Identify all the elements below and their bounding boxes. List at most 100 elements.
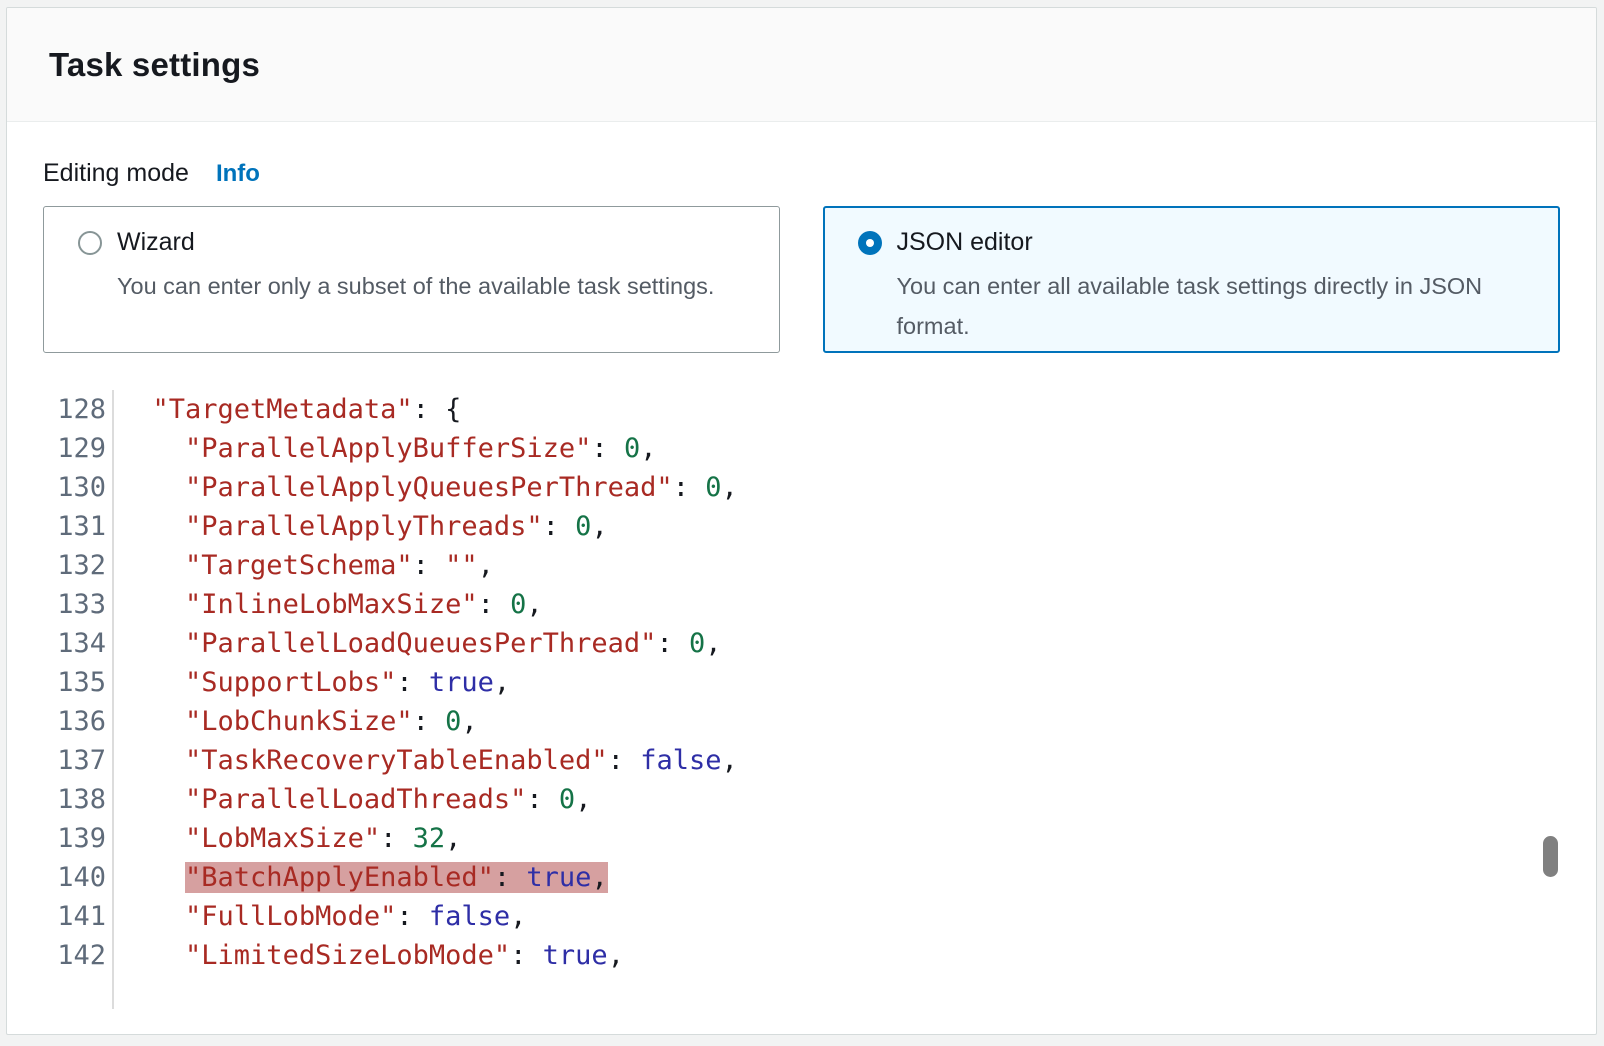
json-editor-card-title: JSON editor <box>897 228 1033 257</box>
scrollbar-thumb[interactable] <box>1543 836 1558 877</box>
panel-header: Task settings <box>7 8 1596 122</box>
code-line: 138 "ParallelLoadThreads": 0, <box>43 780 1560 819</box>
code-token: : <box>380 823 413 854</box>
code-token: : <box>526 784 559 815</box>
code-line: 128 "TargetMetadata": { <box>43 390 1560 429</box>
wizard-card-description: You can enter only a subset of the avail… <box>117 266 737 306</box>
code-token: , <box>608 940 624 971</box>
editing-mode-row: Editing mode Info <box>43 159 1560 189</box>
line-number: 132 <box>43 546 114 585</box>
code-line-text[interactable]: "ParallelApplyQueuesPerThread": 0, <box>114 468 738 507</box>
info-link[interactable]: Info <box>216 160 260 188</box>
code-line-text[interactable]: "ParallelApplyThreads": 0, <box>114 507 608 546</box>
code-line: 141 "FullLobMode": false, <box>43 897 1560 936</box>
code-token: 0 <box>510 589 526 620</box>
radio-unselected-icon[interactable] <box>78 231 102 255</box>
line-number: 131 <box>43 507 114 546</box>
line-number: 142 <box>43 936 114 975</box>
code-token: : <box>656 628 689 659</box>
code-token: : <box>413 706 446 737</box>
code-token: , <box>591 862 607 893</box>
code-token: : <box>494 862 527 893</box>
editing-mode-label: Editing mode <box>43 159 189 188</box>
code-token: : <box>608 745 641 776</box>
wizard-radio-row: Wizard <box>78 228 779 257</box>
line-number: 141 <box>43 897 114 936</box>
code-line-text[interactable]: "ParallelLoadQueuesPerThread": 0, <box>114 624 721 663</box>
code-token: "ParallelApplyQueuesPerThread" <box>185 472 673 503</box>
code-line-text[interactable]: "BatchApplyEnabled": true, <box>114 858 608 897</box>
code-token: , <box>526 589 542 620</box>
code-token: "FullLobMode" <box>185 901 396 932</box>
code-token: , <box>510 901 526 932</box>
code-line-text[interactable]: "LobMaxSize": 32, <box>114 819 461 858</box>
code-token: 0 <box>575 511 591 542</box>
code-token: "LimitedSizeLobMode" <box>185 940 510 971</box>
code-token: "BatchApplyEnabled" <box>185 862 494 893</box>
code-line-text[interactable]: "TaskRecoveryTableEnabled": false, <box>114 741 738 780</box>
radio-dot <box>866 239 874 247</box>
line-number: 136 <box>43 702 114 741</box>
line-number: 128 <box>43 390 114 429</box>
code-line-text[interactable]: "LobChunkSize": 0, <box>114 702 478 741</box>
code-line-text[interactable]: "LimitedSizeLobMode": true, <box>114 936 624 975</box>
code-token: : <box>543 511 576 542</box>
code-line: 139 "LobMaxSize": 32, <box>43 819 1560 858</box>
code-line-text[interactable]: "ParallelApplyBufferSize": 0, <box>114 429 656 468</box>
code-token: "ParallelLoadQueuesPerThread" <box>185 628 656 659</box>
code-token: : <box>413 394 446 425</box>
code-line-spacer <box>43 975 1560 1009</box>
code-line: 132 "TargetSchema": "", <box>43 546 1560 585</box>
code-token: "ParallelApplyThreads" <box>185 511 543 542</box>
code-token: , <box>494 667 510 698</box>
code-token: true <box>543 940 608 971</box>
page-title: Task settings <box>49 46 260 84</box>
code-token: : <box>396 901 429 932</box>
line-number: 130 <box>43 468 114 507</box>
json-editor-radio-row: JSON editor <box>858 228 1559 257</box>
code-line: 131 "ParallelApplyThreads": 0, <box>43 507 1560 546</box>
task-settings-panel: Task settings Editing mode Info Wizard Y… <box>6 7 1597 1035</box>
line-number: 137 <box>43 741 114 780</box>
code-token: "LobMaxSize" <box>185 823 380 854</box>
gutter-spacer <box>43 975 114 1009</box>
code-token: , <box>445 823 461 854</box>
code-line-text[interactable]: "SupportLobs": true, <box>114 663 510 702</box>
json-editor[interactable]: 128 "TargetMetadata": {129 "ParallelAppl… <box>43 390 1560 1009</box>
code-token: : <box>413 550 446 581</box>
code-token: , <box>721 472 737 503</box>
code-line-text[interactable]: "TargetMetadata": { <box>114 390 461 429</box>
code-line: 133 "InlineLobMaxSize": 0, <box>43 585 1560 624</box>
code-token: true <box>429 667 494 698</box>
card-json-editor[interactable]: JSON editor You can enter all available … <box>823 206 1561 353</box>
code-token: : <box>591 433 624 464</box>
code-token: 0 <box>559 784 575 815</box>
code-token: { <box>445 394 461 425</box>
code-line: 135 "SupportLobs": true, <box>43 663 1560 702</box>
panel-content: Editing mode Info Wizard You can enter o… <box>7 122 1596 1009</box>
highlighted-code: "BatchApplyEnabled": true, <box>185 862 608 893</box>
code-token: "SupportLobs" <box>185 667 396 698</box>
line-number: 138 <box>43 780 114 819</box>
line-number: 135 <box>43 663 114 702</box>
code-token: "" <box>445 550 478 581</box>
code-token: "TargetSchema" <box>185 550 413 581</box>
line-number: 133 <box>43 585 114 624</box>
radio-selected-icon[interactable] <box>858 231 882 255</box>
card-wizard[interactable]: Wizard You can enter only a subset of th… <box>43 206 780 353</box>
code-line-text[interactable]: "FullLobMode": false, <box>114 897 526 936</box>
code-line-text[interactable]: "ParallelLoadThreads": 0, <box>114 780 591 819</box>
code-token: : <box>673 472 706 503</box>
code-spacer-text <box>114 975 120 1009</box>
code-token: 0 <box>689 628 705 659</box>
code-token: false <box>429 901 510 932</box>
code-token: , <box>575 784 591 815</box>
code-line: 130 "ParallelApplyQueuesPerThread": 0, <box>43 468 1560 507</box>
code-line-text[interactable]: "TargetSchema": "", <box>114 546 494 585</box>
code-token: 0 <box>445 706 461 737</box>
code-line: 142 "LimitedSizeLobMode": true, <box>43 936 1560 975</box>
code-token: 32 <box>413 823 446 854</box>
code-token: "InlineLobMaxSize" <box>185 589 478 620</box>
code-line-text[interactable]: "InlineLobMaxSize": 0, <box>114 585 543 624</box>
code-token: "LobChunkSize" <box>185 706 413 737</box>
